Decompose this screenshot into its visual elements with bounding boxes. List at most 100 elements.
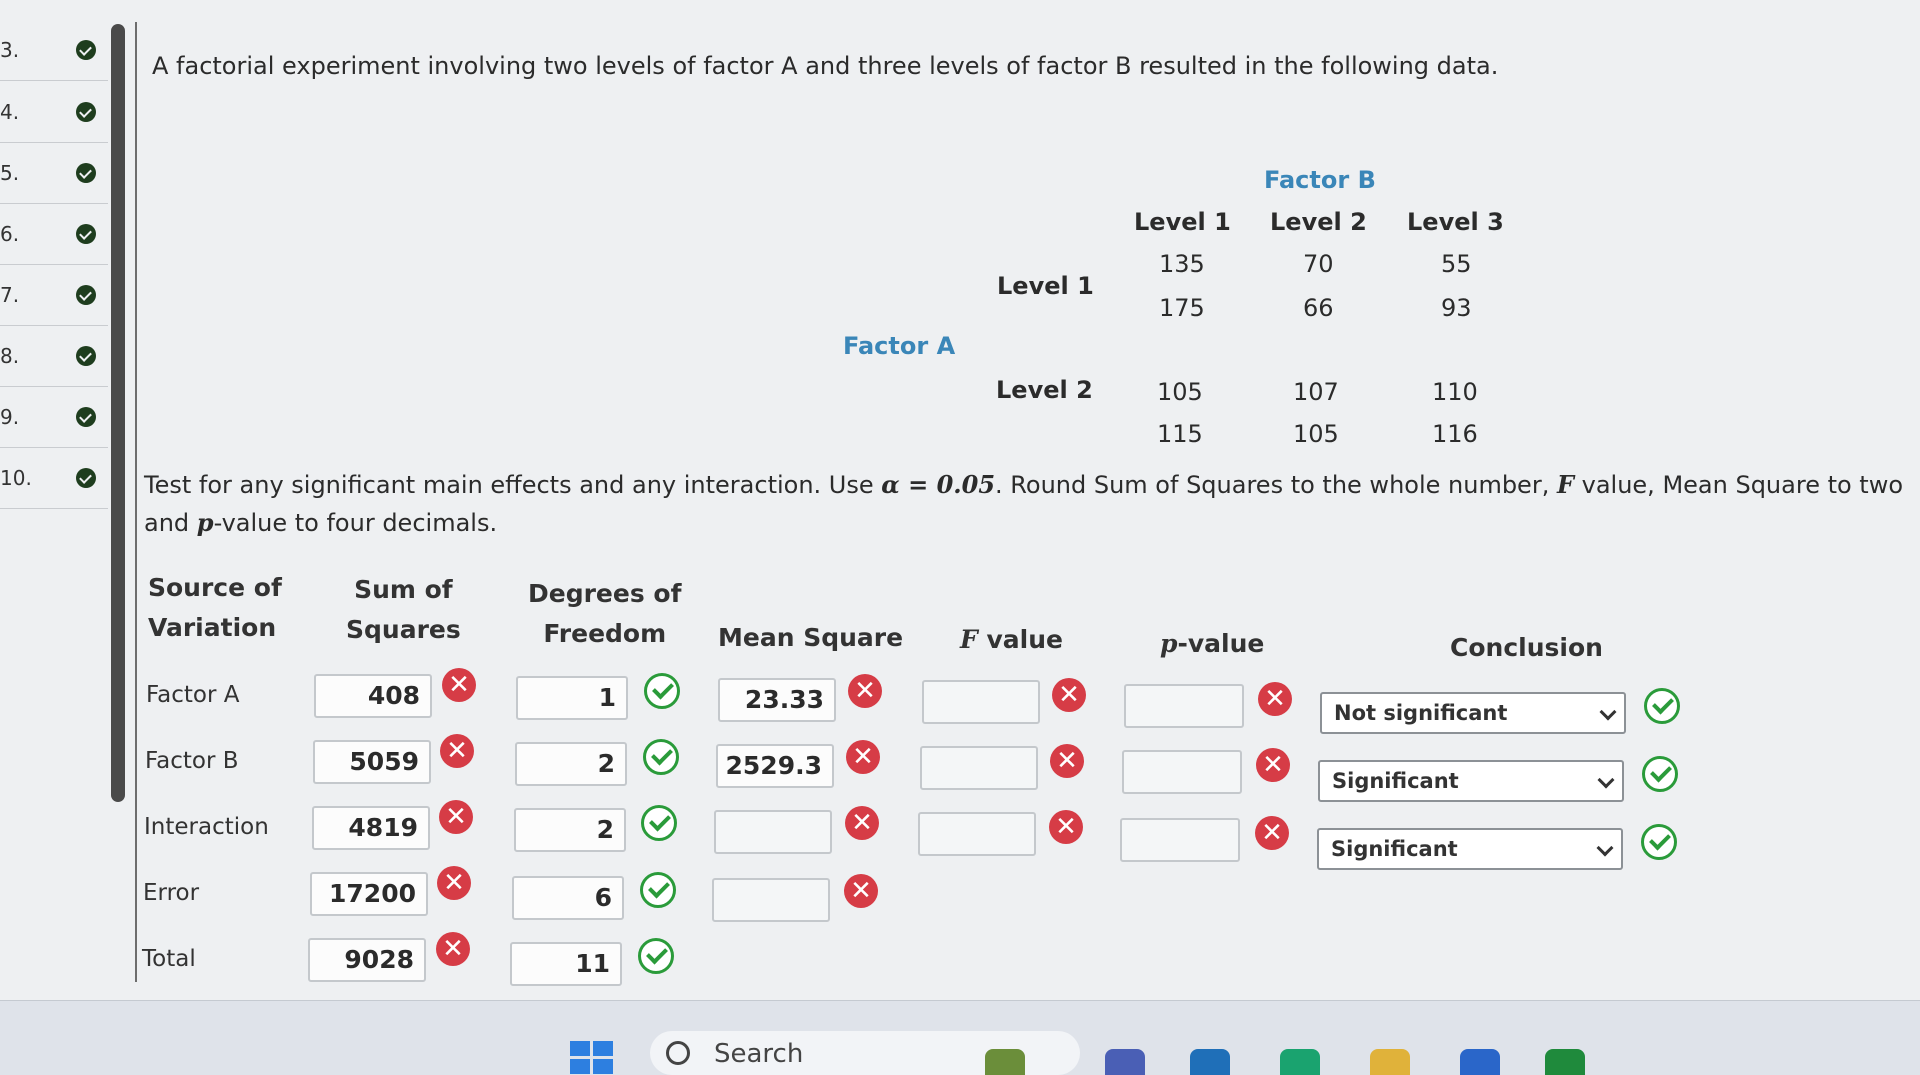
incorrect-icon: [442, 668, 476, 702]
windows-start-icon[interactable]: [570, 1041, 614, 1075]
row-label: Factor A: [146, 682, 240, 708]
incorrect-icon: [1256, 748, 1290, 782]
edge-icon[interactable]: [1280, 1049, 1320, 1075]
chevron-down-icon: [1597, 771, 1615, 789]
taskbar: Search: [0, 1000, 1920, 1075]
f-input-factor-a[interactable]: [922, 680, 1040, 724]
question-number: 7.: [0, 283, 20, 307]
row-header: Level 1: [997, 272, 1094, 300]
question-number: 6.: [0, 222, 20, 246]
incorrect-icon: [1050, 744, 1084, 778]
completed-icon: [76, 346, 96, 366]
row-label: Interaction: [144, 814, 269, 840]
instructions: Test for any significant main effects an…: [144, 470, 1904, 537]
factor-a-label: Factor A: [843, 332, 956, 360]
rail-scrollbar[interactable]: [111, 24, 125, 802]
question-item[interactable]: 3.: [0, 20, 108, 81]
completed-icon: [76, 40, 96, 60]
data-cell: 175: [1159, 294, 1205, 322]
correct-icon: [643, 739, 679, 775]
question-item[interactable]: 10.: [0, 448, 108, 509]
p-input-factor-b[interactable]: [1122, 750, 1242, 794]
question-number: 9.: [0, 405, 20, 429]
question-item[interactable]: 7.: [0, 265, 108, 326]
incorrect-icon: [1255, 816, 1289, 850]
question-item[interactable]: 5.: [0, 143, 108, 204]
incorrect-icon: [439, 800, 473, 834]
chevron-down-icon: [1599, 703, 1617, 721]
problem-statement: A factorial experiment involving two lev…: [152, 52, 1499, 80]
row-header: Level 2: [996, 376, 1093, 404]
app-icon[interactable]: [1545, 1049, 1585, 1075]
correct-icon: [1641, 824, 1677, 860]
correct-icon: [638, 938, 674, 974]
search-icon: [666, 1041, 690, 1065]
df-input-error[interactable]: 6: [512, 876, 624, 920]
conclusion-select-factor-a[interactable]: Not significant: [1320, 692, 1626, 734]
header-mean-square: Mean Square: [718, 623, 904, 652]
ss-input-total[interactable]: 9028: [308, 938, 426, 982]
p-input-factor-a[interactable]: [1124, 684, 1244, 728]
factor-b-label: Factor B: [1264, 166, 1376, 194]
explorer-icon[interactable]: [1370, 1049, 1410, 1075]
teams-icon[interactable]: [1105, 1049, 1145, 1075]
df-input-total[interactable]: 11: [510, 942, 622, 986]
f-input-factor-b[interactable]: [920, 746, 1038, 790]
correct-icon: [640, 872, 676, 908]
app-icon[interactable]: [1460, 1049, 1500, 1075]
conclusion-select-factor-b[interactable]: Significant: [1318, 760, 1624, 802]
question-item[interactable]: 8.: [0, 326, 108, 387]
correct-icon: [641, 805, 677, 841]
header-conclusion: Conclusion: [1450, 633, 1603, 662]
incorrect-icon: [844, 874, 878, 908]
conclusion-select-interaction[interactable]: Significant: [1317, 828, 1623, 870]
df-input-interaction[interactable]: 2: [514, 808, 626, 852]
correct-icon: [1644, 688, 1680, 724]
incorrect-icon: [437, 866, 471, 900]
question-item[interactable]: 4.: [0, 82, 108, 143]
incorrect-icon: [436, 932, 470, 966]
data-cell: 105: [1293, 420, 1339, 448]
ms-input-factor-b[interactable]: 2529.3: [716, 744, 834, 788]
data-cell: 115: [1157, 420, 1203, 448]
ss-input-interaction[interactable]: 4819: [312, 806, 430, 850]
completed-icon: [76, 102, 96, 122]
question-number: 3.: [0, 38, 20, 62]
row-label: Error: [143, 880, 200, 906]
incorrect-icon: [845, 806, 879, 840]
f-input-interaction[interactable]: [918, 812, 1036, 856]
ss-input-error[interactable]: 17200: [310, 872, 428, 916]
data-cell: 135: [1159, 250, 1205, 278]
completed-icon: [76, 285, 96, 305]
widgets-icon[interactable]: [985, 1049, 1025, 1075]
data-cell: 107: [1293, 378, 1339, 406]
data-cell: 70: [1303, 250, 1334, 278]
row-label: Factor B: [145, 748, 239, 774]
ss-input-factor-a[interactable]: 408: [314, 674, 432, 718]
question-item[interactable]: 9.: [0, 387, 108, 448]
data-cell: 55: [1441, 250, 1472, 278]
incorrect-icon: [1258, 682, 1292, 716]
df-input-factor-a[interactable]: 1: [516, 676, 628, 720]
data-cell: 105: [1157, 378, 1203, 406]
col-header: Level 3: [1407, 208, 1504, 236]
chevron-down-icon: [1596, 839, 1614, 857]
col-header: Level 2: [1270, 208, 1367, 236]
row-label: Total: [142, 946, 196, 972]
col-header: Level 1: [1134, 208, 1231, 236]
data-cell: 110: [1432, 378, 1478, 406]
ms-input-error[interactable]: [712, 878, 830, 922]
header-p-value: p-value: [1160, 629, 1265, 658]
store-icon[interactable]: [1190, 1049, 1230, 1075]
ss-input-factor-b[interactable]: 5059: [313, 740, 431, 784]
p-input-interaction[interactable]: [1120, 818, 1240, 862]
question-number: 4.: [0, 100, 20, 124]
header-f-value: F value: [960, 625, 1063, 654]
question-item[interactable]: 6.: [0, 204, 108, 265]
df-input-factor-b[interactable]: 2: [515, 742, 627, 786]
completed-icon: [76, 163, 96, 183]
completed-icon: [76, 407, 96, 427]
ms-input-interaction[interactable]: [714, 810, 832, 854]
incorrect-icon: [1049, 810, 1083, 844]
ms-input-factor-a[interactable]: 23.33: [718, 678, 836, 722]
